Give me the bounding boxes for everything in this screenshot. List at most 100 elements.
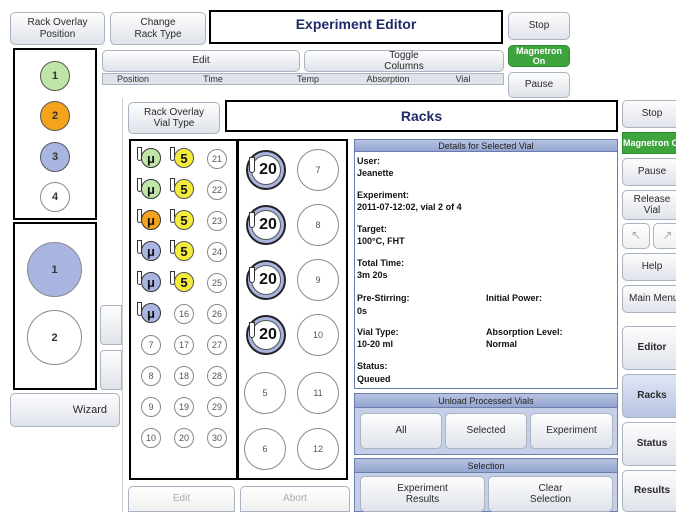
vial-22[interactable]: 22 [207,180,227,200]
col-absorption[interactable]: Absorption [353,74,423,84]
vial-17[interactable]: 17 [174,335,194,355]
vial-26[interactable]: 26 [207,304,227,324]
vial-25[interactable]: 25 [207,273,227,293]
racks-tab[interactable]: Racks [622,374,676,418]
unload-all-button[interactable]: All [360,413,442,449]
big-vial-label: 20 [251,320,281,350]
edit-button-back[interactable]: Edit [102,50,300,72]
user-label: User: [357,156,381,166]
nav-back-icon[interactable]: ↖ [622,223,650,249]
vial-10[interactable]: 10 [297,314,339,356]
vial-marked[interactable]: μ [141,272,161,292]
tube-icon [249,157,255,173]
vial-marked[interactable]: μ [141,179,161,199]
vial-23[interactable]: 23 [207,211,227,231]
status-tab[interactable]: Status [622,422,676,466]
vial-29[interactable]: 29 [207,397,227,417]
unload-selected-button[interactable]: Selected [445,413,527,449]
vial-10s[interactable]: 10 [141,428,161,448]
vial-20s[interactable]: 20 [174,428,194,448]
vial-5[interactable]: 5 [244,372,286,414]
stop-button[interactable]: Stop [622,100,676,128]
pre-stirring-label: Pre-Stirring: [357,293,410,303]
pause-button-back[interactable]: Pause [508,72,570,98]
main-menu-button[interactable]: Main Menu [622,285,676,313]
vial-8s[interactable]: 8 [141,366,161,386]
wizard-button[interactable]: Wizard [10,393,120,427]
clear-selection-button[interactable]: Clear Selection [488,476,613,512]
status-value: Queued [357,374,391,384]
vial-28[interactable]: 28 [207,366,227,386]
stop-button-back[interactable]: Stop [508,12,570,40]
vial-marked[interactable]: μ [141,210,161,230]
vial-16[interactable]: 16 [174,304,194,324]
vial-5[interactable]: 5 [174,272,194,292]
vial-5[interactable]: 5 [174,179,194,199]
toggle-columns-button[interactable]: Toggle Columns [304,50,504,72]
rack-overlay-position-button[interactable]: Rack Overlay Position [10,12,105,45]
results-tab[interactable]: Results [622,470,676,512]
col-vial[interactable]: Vial [423,74,503,84]
unload-experiment-button[interactable]: Experiment [530,413,613,449]
big-vial-label: 20 [251,265,281,295]
pause-button[interactable]: Pause [622,158,676,186]
experiment-editor-title: Experiment Editor [209,10,503,44]
experiment-results-button[interactable]: Experiment Results [360,476,485,512]
vial-21[interactable]: 21 [207,149,227,169]
rack-1-circle[interactable]: 1 [40,61,70,91]
big-vial-label: 20 [251,210,281,240]
vial-7s[interactable]: 7 [141,335,161,355]
vial-24[interactable]: 24 [207,242,227,262]
edit-button[interactable]: Edit [128,486,235,512]
vial-marked[interactable]: μ [141,241,161,261]
vial-19[interactable]: 19 [174,397,194,417]
vial-7[interactable]: 7 [297,149,339,191]
tube-icon [249,212,255,228]
col-position[interactable]: Position [103,74,163,84]
target-value: 100°C, FHT [357,236,405,246]
vial-marked[interactable]: μ [141,148,161,168]
nav-forward-icon[interactable]: ↗ [653,223,676,249]
big-rack-1-circle[interactable]: 1 [27,242,82,297]
vial-type-label: Vial Type: [357,327,399,337]
pre-stirring-value: 0s [357,306,368,316]
vial-5[interactable]: 5 [174,241,194,261]
change-rack-type-button[interactable]: Change Rack Type [110,12,206,45]
big-rack-2-circle[interactable]: 2 [27,310,82,365]
initial-power-label: Initial Power: [486,293,543,303]
vial-30[interactable]: 30 [207,428,227,448]
tube-icon [249,267,255,283]
vial-6[interactable]: 6 [244,428,286,470]
vial-27[interactable]: 27 [207,335,227,355]
unload-header: Unload Processed Vials [355,394,617,408]
col-time[interactable]: Time [163,74,263,84]
vial-18[interactable]: 18 [174,366,194,386]
rack-2-circle[interactable]: 2 [40,101,70,131]
release-vial-button[interactable]: Release Vial [622,190,676,220]
details-header: Details for Selected Vial [355,140,617,152]
rack-3-circle[interactable]: 3 [40,142,70,172]
vial-12[interactable]: 12 [297,428,339,470]
tube-icon [249,322,255,338]
vial-9s[interactable]: 9 [141,397,161,417]
total-time-label: Total Time: [357,258,405,268]
vial-9[interactable]: 9 [297,259,339,301]
vial-5[interactable]: 5 [174,210,194,230]
total-time-value: 3m 20s [357,270,388,280]
rack-divider [236,139,239,480]
hidden-button-a[interactable] [100,305,122,345]
vial-type-value: 10-20 ml [357,339,394,349]
vial-11[interactable]: 11 [297,372,339,414]
col-temp[interactable]: Temp [263,74,353,84]
editor-tab[interactable]: Editor [622,326,676,370]
help-button[interactable]: Help [622,253,676,281]
absorption-level-label: Absorption Level: [486,327,563,337]
vial-8[interactable]: 8 [297,204,339,246]
rack-4-circle[interactable]: 4 [40,182,70,212]
hidden-button-b[interactable] [100,350,122,390]
selection-header: Selection [355,459,617,473]
rack-overlay-vial-type-button[interactable]: Rack Overlay Vial Type [128,102,220,134]
vial-5[interactable]: 5 [174,148,194,168]
vial-marked[interactable]: μ [141,303,161,323]
abort-button[interactable]: Abort [240,486,350,512]
